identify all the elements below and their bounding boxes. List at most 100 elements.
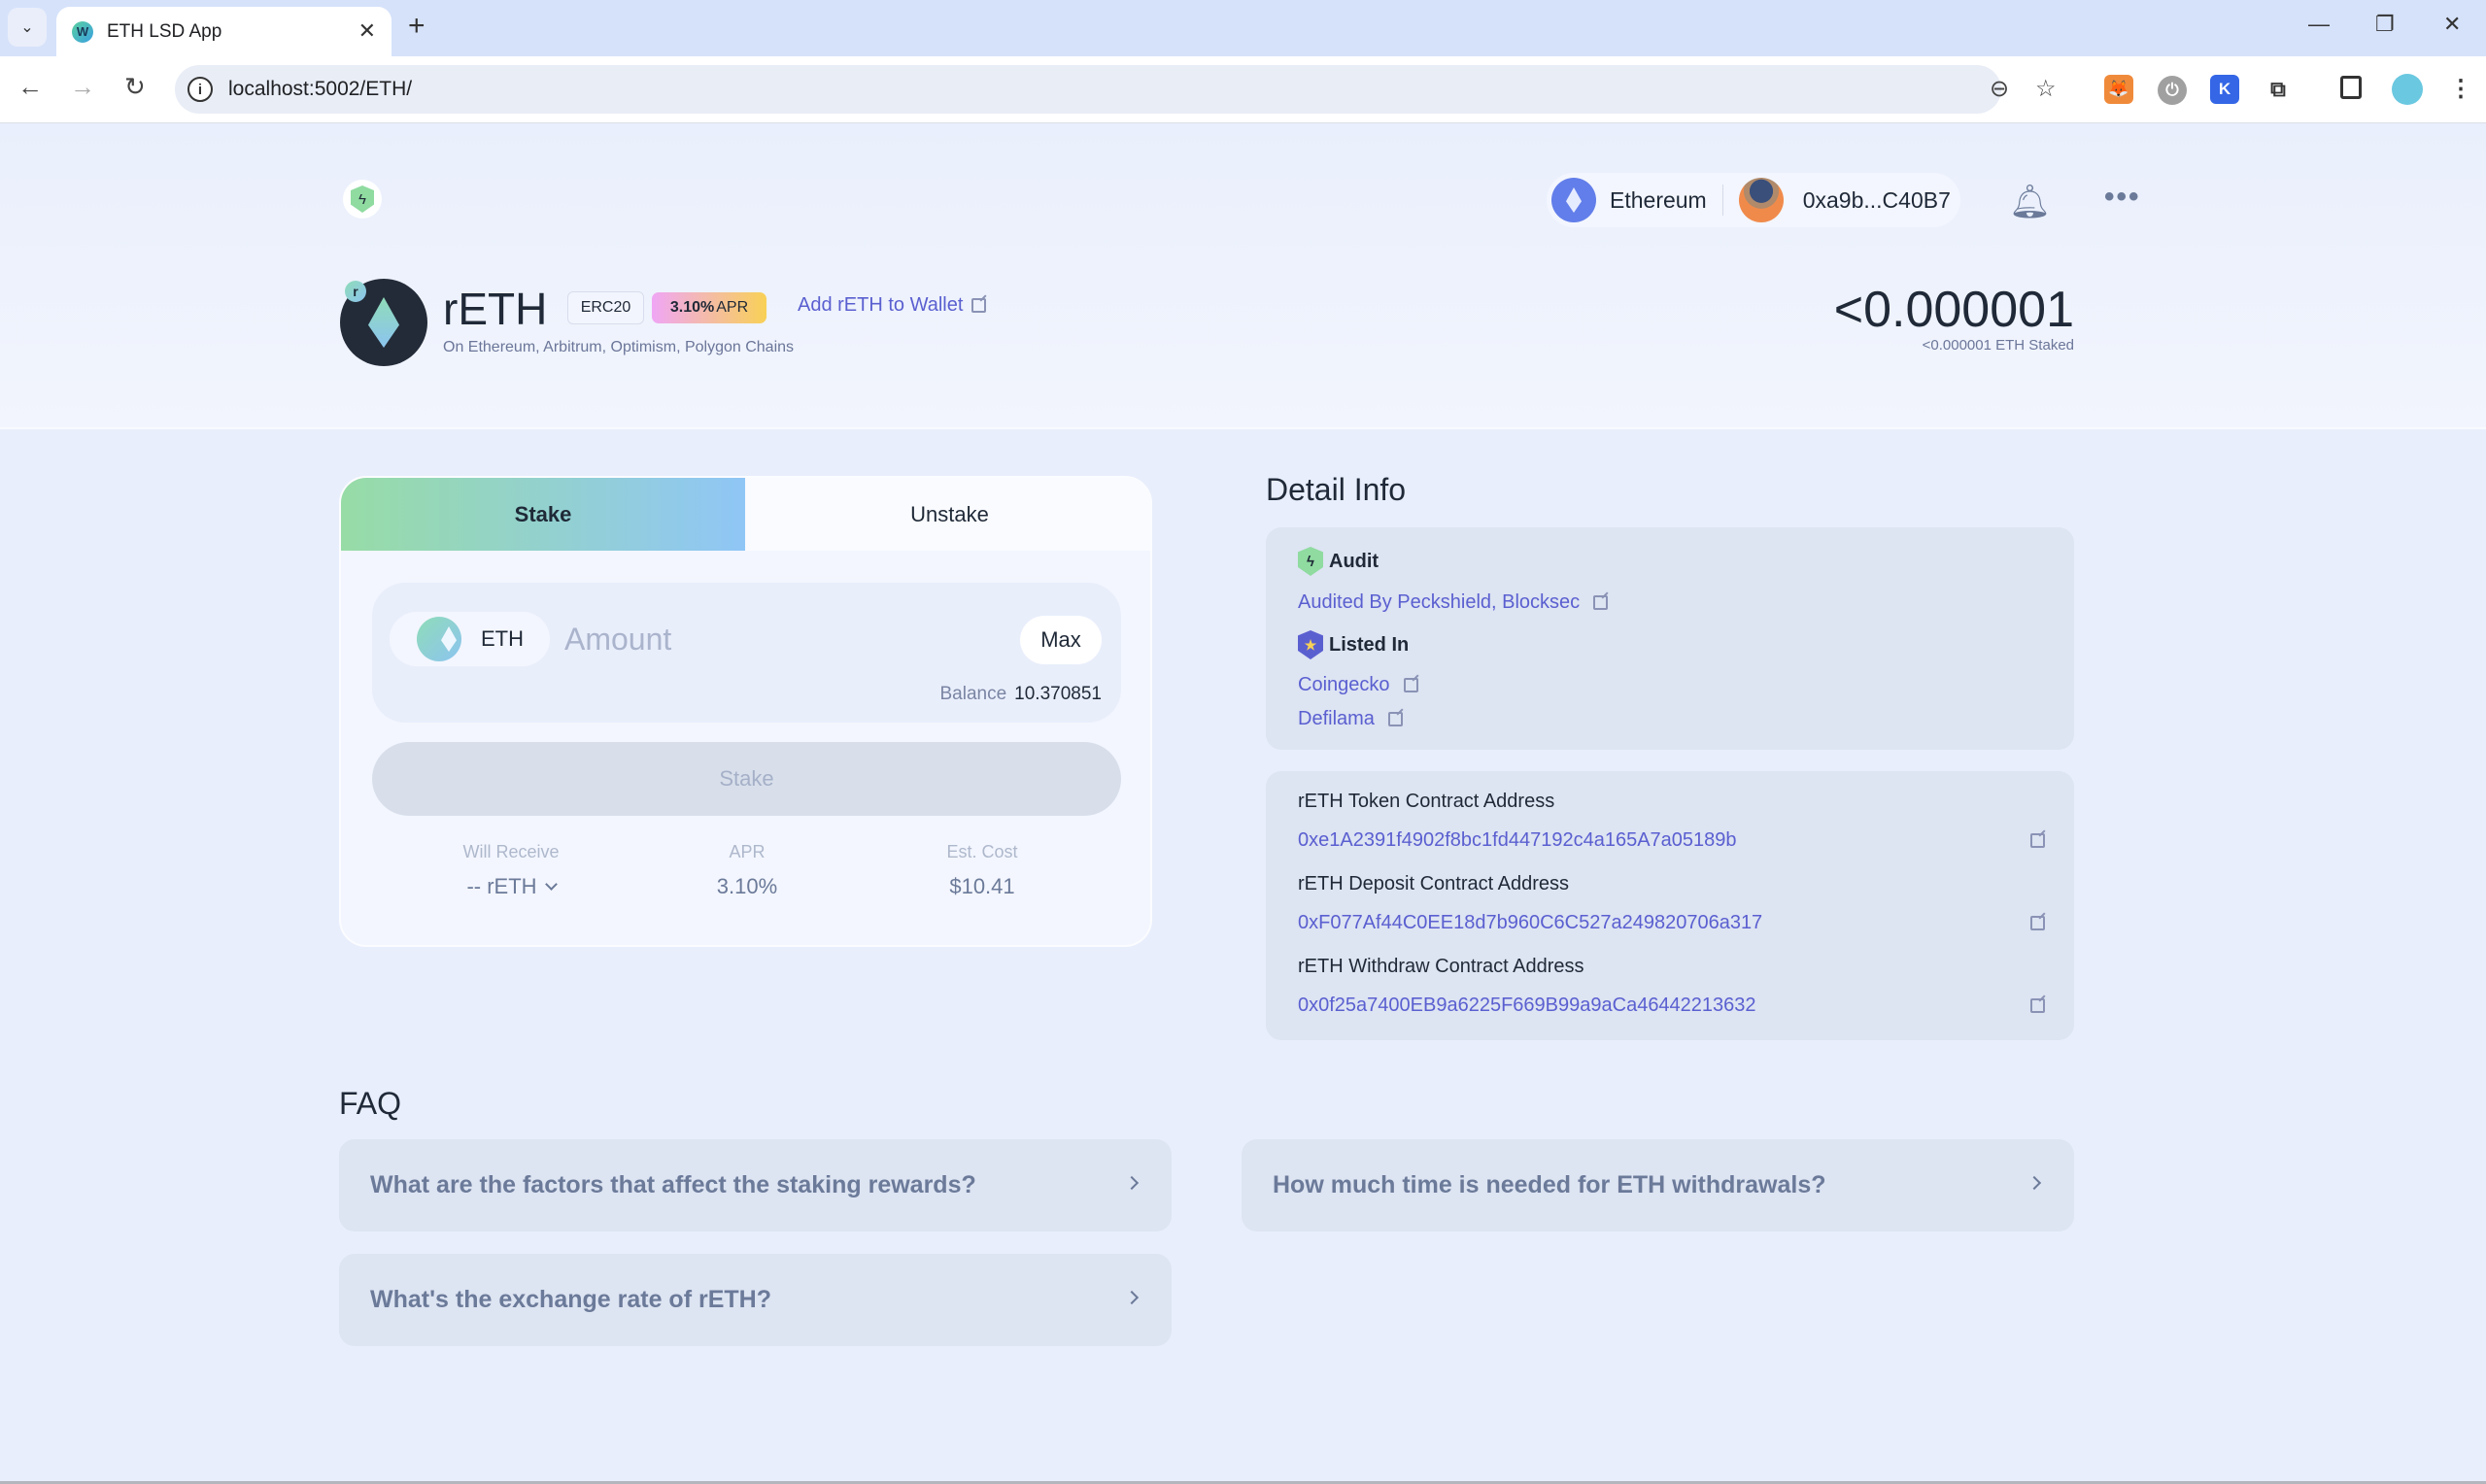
contract-address-link[interactable]: 0xe1A2391f4902f8bc1fd447192c4a165A7a0518… — [1298, 829, 1737, 852]
amount-input-box: ETH Max Balance 10.370851 — [372, 583, 1121, 723]
metamask-icon[interactable]: 🦊 — [2104, 75, 2133, 104]
shield-bolt-icon: ϟ — [1298, 547, 1323, 576]
token-header-section — [0, 124, 2486, 429]
stake-submit-button[interactable]: Stake — [372, 742, 1121, 816]
stat-value: $10.41 — [949, 874, 1015, 898]
apr-chip-label: APR — [716, 299, 749, 316]
token-chains: On Ethereum, Arbitrum, Optimism, Polygon… — [443, 339, 795, 355]
audit-link-label: Audited By Peckshield, Blocksec — [1298, 591, 1581, 613]
amount-input[interactable] — [564, 610, 1002, 668]
k-extension-icon[interactable]: K — [2210, 75, 2239, 104]
tab-title: ETH LSD App — [107, 20, 222, 42]
new-tab-button[interactable]: + — [408, 10, 426, 43]
faq-item[interactable]: How much time is needed for ETH withdraw… — [1242, 1139, 2074, 1231]
stat-label: Will Receive — [462, 842, 560, 861]
contracts-box: rETH Token Contract Address 0xe1A2391f49… — [1266, 771, 2074, 1040]
token-title: rETH — [443, 284, 548, 334]
staked-label: <0.000001 ETH Staked — [1922, 337, 2074, 354]
app-logo[interactable]: ϟ — [343, 180, 382, 219]
reth-badge: r — [345, 281, 366, 302]
audit-heading-label: Audit — [1329, 550, 1379, 572]
more-options-icon[interactable]: ••• — [2104, 181, 2141, 214]
external-link-icon[interactable] — [2030, 998, 2045, 1013]
external-link-icon[interactable] — [2030, 833, 2045, 848]
restore-icon[interactable]: ❐ — [2375, 12, 2395, 37]
chevron-right-icon — [1124, 1290, 1140, 1305]
audit-listing-box: ϟ Audit Audited By Peckshield, Blocksec ★… — [1266, 527, 2074, 750]
tab-search-button[interactable]: ⌄ — [8, 8, 47, 47]
stake-card: Stake Unstake ETH Max Balance 10.370851 S… — [339, 476, 1152, 947]
zoom-out-icon[interactable]: ⊖ — [1990, 75, 2009, 103]
max-button[interactable]: Max — [1020, 616, 1102, 664]
back-icon[interactable]: ← — [17, 72, 43, 102]
profile-avatar-icon[interactable] — [2392, 74, 2423, 105]
stat-label: Est. Cost — [946, 842, 1018, 861]
defilama-link[interactable]: Defilama — [1298, 708, 1403, 730]
forward-icon[interactable]: → — [70, 72, 95, 102]
faq-item[interactable]: What's the exchange rate of rETH? — [339, 1254, 1172, 1346]
add-to-wallet-link[interactable]: Add rETH to Wallet — [798, 294, 987, 317]
power-icon[interactable]: ⏻ — [2158, 76, 2187, 105]
contract-address-link[interactable]: 0xF077Af44C0EE18d7b960C6C527a249820706a3… — [1298, 912, 1762, 934]
balance-value: 10.370851 — [1014, 684, 1102, 704]
external-link-icon — [1387, 712, 1403, 726]
wallet-avatar — [1738, 178, 1784, 222]
faq-question: What are the factors that affect the sta… — [370, 1171, 976, 1198]
listed-in-label: Listed In — [1329, 633, 1410, 656]
window-close-icon[interactable]: ✕ — [2443, 12, 2461, 37]
chevron-right-icon — [1124, 1175, 1140, 1191]
bookmark-star-icon[interactable]: ☆ — [2035, 75, 2057, 103]
puzzle-extensions-icon[interactable]: ⧉ — [2264, 75, 2293, 104]
stat-label: APR — [729, 842, 766, 861]
shield-star-icon: ★ — [1298, 630, 1323, 659]
listed-in-heading: ★ Listed In — [1298, 630, 1409, 659]
detail-info-title: Detail Info — [1266, 472, 1407, 507]
defilama-label: Defilama — [1298, 708, 1375, 729]
add-to-wallet-label: Add rETH to Wallet — [798, 294, 964, 316]
bell-notification-icon[interactable]: 🔔︎ — [2009, 183, 2051, 221]
browser-tab-active[interactable]: W ETH LSD App ✕ — [56, 7, 392, 56]
wallet-address-button[interactable]: 0xa9b...C40B7 — [1803, 187, 1951, 214]
shield-bolt-icon: ϟ — [351, 186, 374, 213]
external-link-icon — [1403, 678, 1418, 692]
divider — [1721, 185, 1723, 216]
apr-chip-value: 3.10% — [669, 299, 715, 316]
audit-link[interactable]: Audited By Peckshield, Blocksec — [1298, 591, 1609, 614]
apr-chip: 3.10% APR — [652, 292, 766, 323]
erc20-chip: ERC20 — [567, 291, 644, 324]
stat-value: -- rETH — [466, 874, 537, 898]
stat-will-receive: Will Receive -- rETH — [385, 842, 637, 899]
external-link-icon[interactable] — [2030, 916, 2045, 930]
url-text[interactable]: localhost:5002/ETH/ — [228, 78, 412, 101]
stat-est-cost: Est. Cost $10.41 — [856, 842, 1108, 899]
audit-heading: ϟ Audit — [1298, 547, 1379, 576]
browser-menu-icon[interactable]: ⋮ — [2446, 74, 2475, 103]
coingecko-link[interactable]: Coingecko — [1298, 674, 1418, 696]
external-link-icon — [1593, 595, 1609, 610]
address-bar[interactable]: i localhost:5002/ETH/ ⊖ ☆ — [175, 65, 2057, 114]
network-selector[interactable]: Ethereum — [1610, 187, 1707, 214]
minimize-icon[interactable]: — — [2308, 12, 2330, 37]
side-panel-icon[interactable] — [2340, 76, 2362, 99]
coingecko-label: Coingecko — [1298, 674, 1390, 695]
stat-value: 3.10% — [716, 874, 778, 898]
will-receive-dropdown[interactable]: -- rETH — [385, 874, 637, 899]
chevron-down-icon — [544, 877, 558, 891]
token-selector[interactable]: ETH — [390, 612, 550, 666]
close-tab-icon[interactable]: ✕ — [358, 18, 376, 44]
balance: Balance 10.370851 — [940, 684, 1103, 705]
wallet-pill: Ethereum 0xa9b...C40B7 — [1547, 173, 1960, 227]
faq-title: FAQ — [339, 1086, 402, 1121]
faq-item[interactable]: What are the factors that affect the sta… — [339, 1139, 1172, 1231]
staked-amount: <0.000001 — [1833, 282, 2074, 338]
tab-favicon-icon: W — [72, 20, 93, 43]
reload-icon[interactable]: ↻ — [124, 72, 146, 102]
tab-unstake[interactable]: Unstake — [745, 478, 1150, 551]
tab-stake[interactable]: Stake — [341, 478, 745, 551]
contract-address-link[interactable]: 0x0f25a7400EB9a6225F669B99a9aCa464422136… — [1298, 995, 1756, 1017]
token-selector-label: ETH — [481, 626, 524, 651]
ethereum-network-icon — [1551, 178, 1596, 222]
site-info-icon[interactable]: i — [187, 77, 213, 102]
eth-token-icon — [417, 617, 461, 661]
contract-label: rETH Withdraw Contract Address — [1298, 956, 1584, 977]
